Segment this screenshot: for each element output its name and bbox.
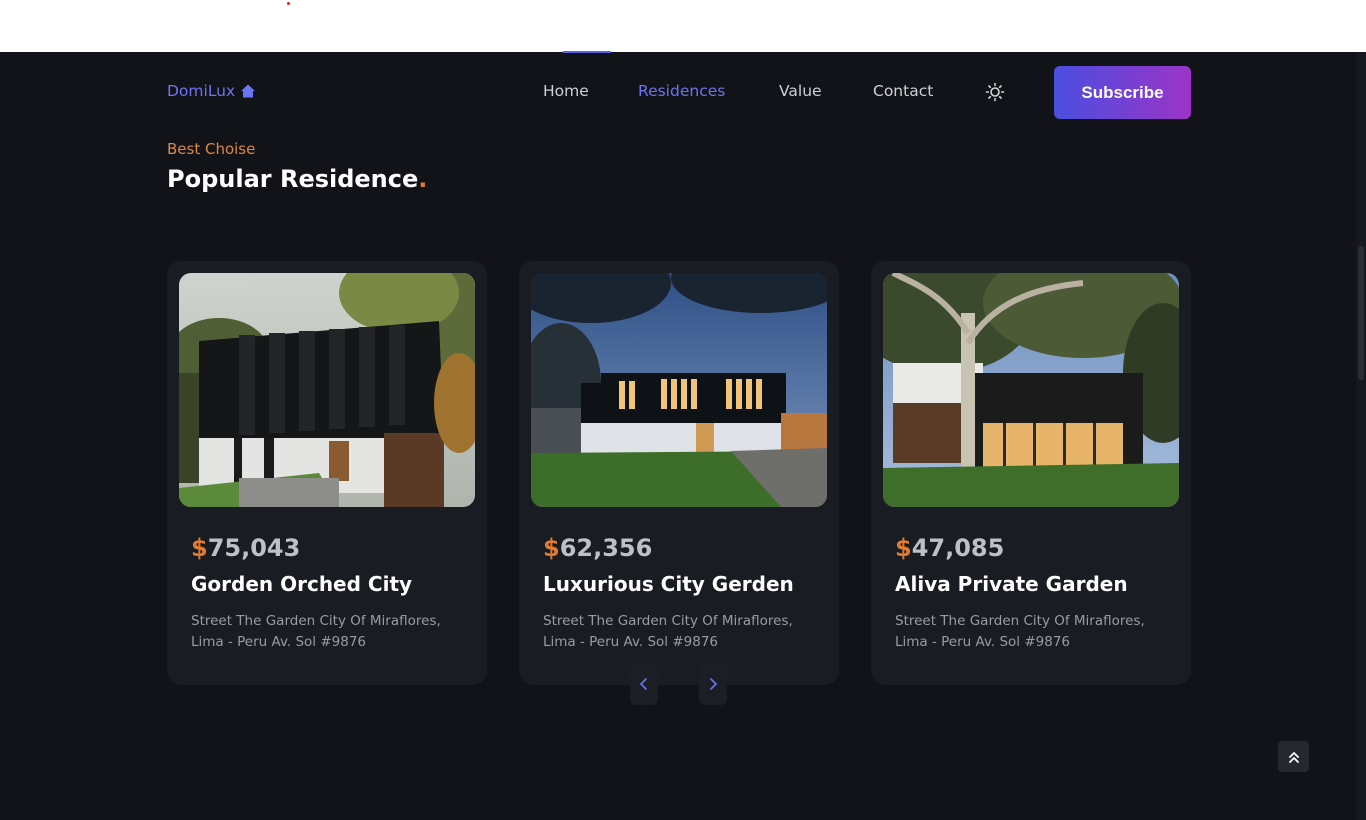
residence-address: Street The Garden City Of Miraflores, Li…	[895, 613, 1145, 650]
double-chevron-up-icon	[1288, 751, 1299, 763]
sun-icon[interactable]	[985, 82, 1005, 102]
residence-price: $75,043	[191, 534, 300, 562]
chevron-right-icon	[710, 678, 718, 690]
nav-value[interactable]: Value	[779, 82, 822, 100]
top-white-strip	[0, 0, 1366, 52]
residence-price: $62,356	[543, 534, 652, 562]
slider-prev-button[interactable]	[630, 663, 658, 705]
home-icon	[241, 84, 256, 98]
residence-address: Street The Garden City Of Miraflores, Li…	[191, 613, 441, 650]
nav-contact[interactable]: Contact	[873, 82, 933, 100]
nav-home[interactable]: Home	[543, 82, 589, 100]
residence-address: Street The Garden City Of Miraflores, Li…	[543, 613, 793, 650]
currency-symbol: $	[895, 534, 912, 562]
price-value: 75,043	[207, 534, 301, 562]
price-value: 47,085	[911, 534, 1005, 562]
section-title-text: Popular Residence	[167, 165, 419, 193]
slider-next-button[interactable]	[699, 663, 727, 705]
price-value: 62,356	[559, 534, 653, 562]
subscribe-button[interactable]: Subscribe	[1054, 66, 1191, 119]
scrollbar-thumb[interactable]	[1358, 246, 1364, 380]
logo[interactable]: DomiLux	[167, 82, 256, 100]
residence-photo	[179, 273, 475, 507]
logo-text: DomiLux	[167, 82, 236, 100]
currency-symbol: $	[191, 534, 208, 562]
active-section-indicator	[563, 51, 611, 53]
residence-name: Gorden Orched City	[191, 572, 413, 596]
residence-price: $47,085	[895, 534, 1004, 562]
currency-symbol: $	[543, 534, 560, 562]
residence-photo	[531, 273, 827, 507]
nav-residences[interactable]: Residences	[638, 82, 725, 100]
section-title: Popular Residence.	[167, 165, 427, 193]
residence-photo	[883, 273, 1179, 507]
residence-card[interactable]: $75,043 Gorden Orched City Street The Ga…	[167, 261, 487, 685]
scroll-to-top-button[interactable]	[1278, 741, 1309, 772]
red-dot	[287, 2, 290, 5]
residence-name: Luxurious City Gerden	[543, 572, 794, 596]
section-title-accent: .	[418, 165, 428, 193]
section-subtitle: Best Choise	[167, 140, 256, 158]
residence-card[interactable]: $62,356 Luxurious City Gerden Street The…	[519, 261, 839, 685]
page-scrollbar[interactable]	[1356, 52, 1366, 820]
residence-card[interactable]: $47,085 Aliva Private Garden Street The …	[871, 261, 1191, 685]
chevron-left-icon	[639, 678, 647, 690]
residence-name: Aliva Private Garden	[895, 572, 1128, 596]
